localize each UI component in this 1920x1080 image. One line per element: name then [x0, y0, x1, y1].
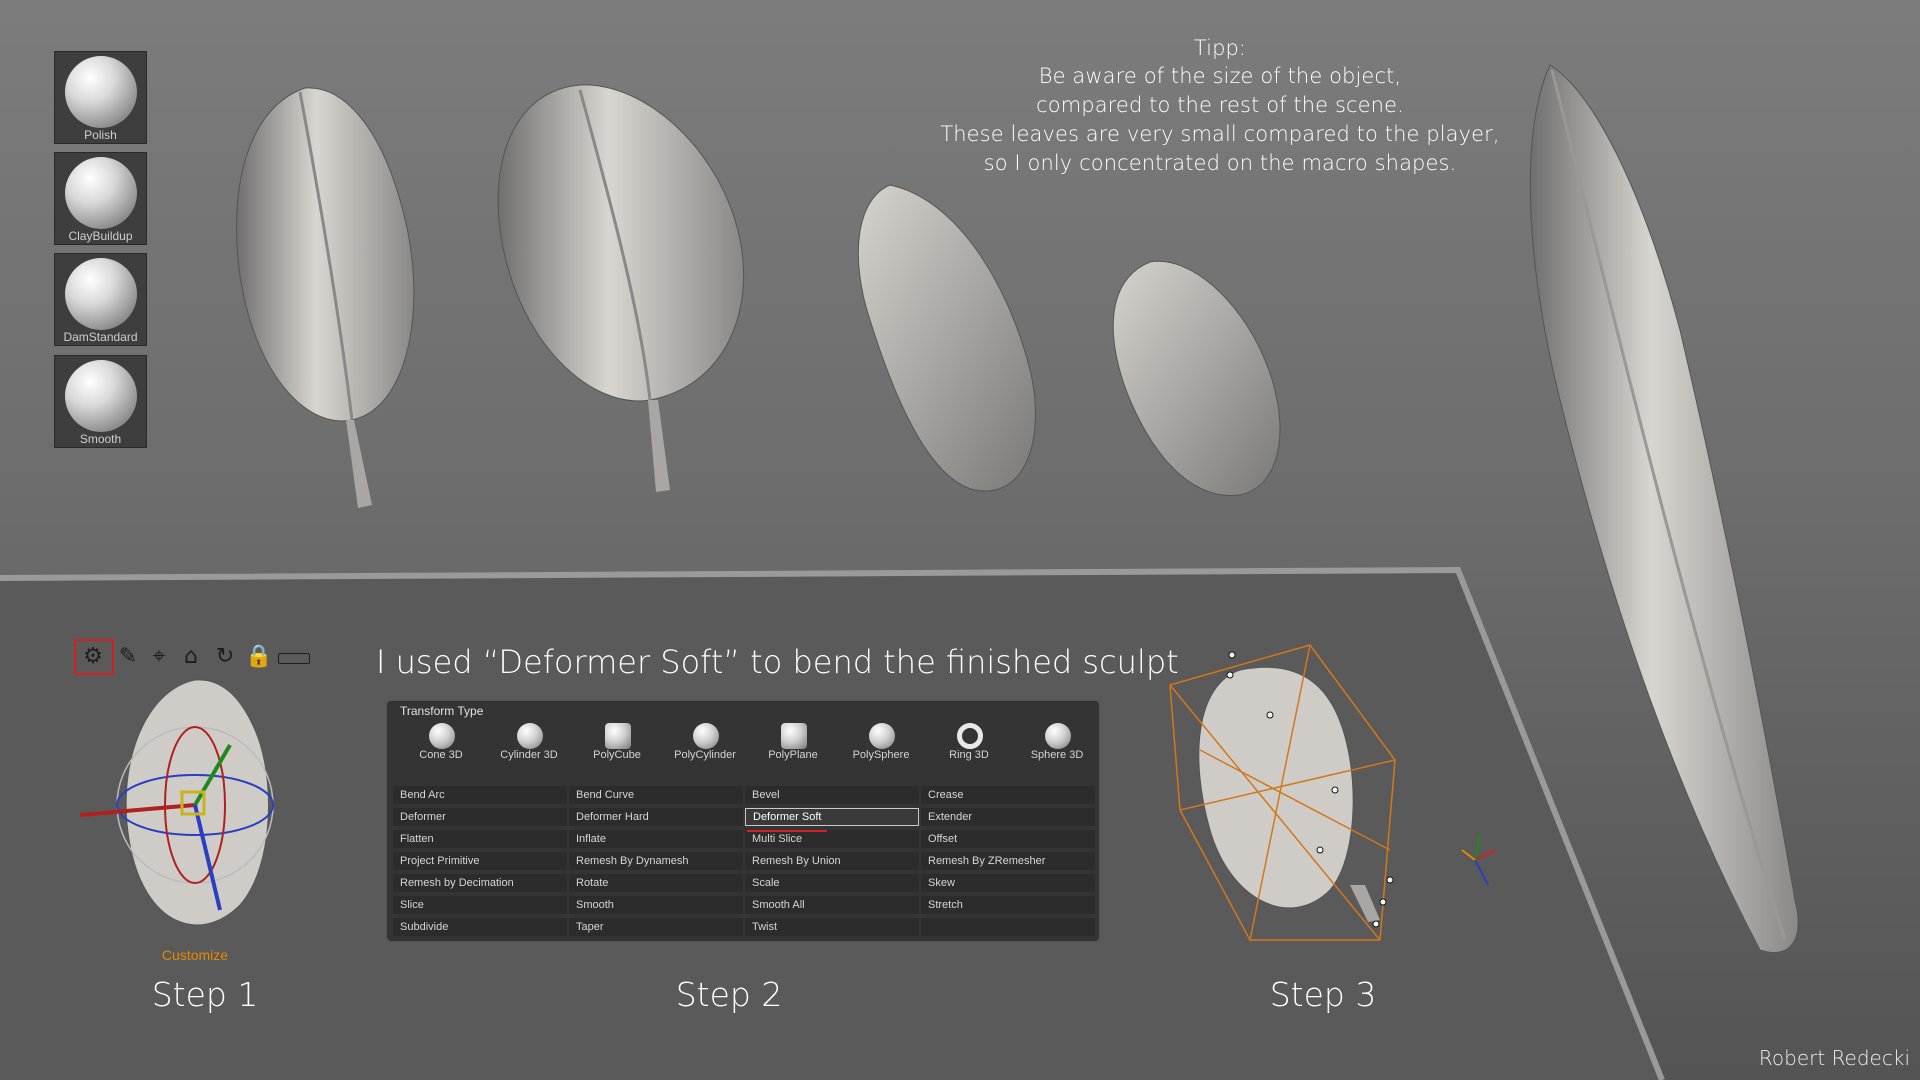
customize-label[interactable]: Customize: [150, 947, 240, 963]
primitive-label: PolyCube: [593, 749, 641, 761]
step3-deformer-cage: [1169, 644, 1496, 941]
leaf-5: [1529, 64, 1799, 953]
step-2-label: Step 2: [675, 975, 783, 1014]
transform-smooth[interactable]: Smooth: [569, 896, 743, 914]
primitive-label: Cylinder 3D: [500, 749, 558, 761]
leaf-1: [236, 87, 415, 508]
primitive-ring-3d[interactable]: Ring 3D: [927, 719, 1011, 767]
transform-inflate[interactable]: Inflate: [569, 830, 743, 848]
primitive-icon: [605, 723, 631, 749]
primitive-label: Sphere 3D: [1030, 749, 1084, 761]
deformer-heading: I used “Deformer Soft” to bend the finis…: [376, 643, 1179, 681]
location-icon[interactable]: ⌖: [146, 644, 172, 670]
transform-smooth-all[interactable]: Smooth All: [745, 896, 919, 914]
transform-stretch[interactable]: Stretch: [921, 896, 1095, 914]
transform-remesh-by-zremesher[interactable]: Remesh By ZRemesher: [921, 852, 1095, 870]
transform-scale[interactable]: Scale: [745, 874, 919, 892]
primitive-icon: [517, 723, 543, 749]
leaf-3: [857, 184, 1036, 492]
primitive-polycube[interactable]: PolyCube: [575, 719, 659, 767]
step1-gizmo-leaf: [79, 679, 274, 926]
transform-crease[interactable]: Crease: [921, 786, 1095, 804]
transform-slice[interactable]: Slice: [393, 896, 567, 914]
primitive-icon: [429, 723, 455, 749]
transform-flatten[interactable]: Flatten: [393, 830, 567, 848]
transform-twist[interactable]: Twist: [745, 918, 919, 936]
author-credit: Robert Redecki: [1758, 1046, 1910, 1070]
leaf-4: [1112, 260, 1281, 497]
primitive-label: PolyPlane: [768, 749, 818, 761]
primitive-icon: [781, 723, 807, 749]
page: Polish ClayBuildup DamStandard Smooth Ti…: [0, 0, 1920, 1080]
transform-remesh-by-union[interactable]: Remesh By Union: [745, 852, 919, 870]
primitive-label: Cone 3D: [419, 749, 463, 761]
primitive-icon: [693, 723, 719, 749]
primitive-cone-3d[interactable]: Cone 3D: [399, 719, 483, 767]
transform-taper[interactable]: Taper: [569, 918, 743, 936]
rotate-icon[interactable]: ↻: [212, 644, 238, 670]
transform-remesh-by-dynamesh[interactable]: Remesh By Dynamesh: [569, 852, 743, 870]
tip-line-4: so I only concentrated on the macro shap…: [983, 151, 1457, 175]
step-1-label: Step 1: [151, 975, 259, 1014]
primitive-icon: [1045, 723, 1071, 749]
transform-offset[interactable]: Offset: [921, 830, 1095, 848]
primitive-icon: [869, 723, 895, 749]
pin-icon[interactable]: ✎: [115, 644, 141, 670]
gear-icon[interactable]: ⚙: [80, 644, 106, 670]
transform-type-panel: Transform Type Cone 3D Cylinder 3D PolyCub…: [386, 700, 1100, 942]
transform-skew[interactable]: Skew: [921, 874, 1095, 892]
transform-bend-arc[interactable]: Bend Arc: [393, 786, 567, 804]
home-icon[interactable]: ⌂: [178, 644, 204, 670]
primitive-label: PolyCylinder: [674, 749, 736, 761]
selected-underline: [747, 830, 827, 832]
transform-deformer-soft[interactable]: Deformer Soft: [745, 808, 919, 826]
transform-multi-slice[interactable]: Multi Slice: [745, 830, 919, 848]
primitive-sphere-3d[interactable]: Sphere 3D: [1015, 719, 1099, 767]
leaf-2: [497, 84, 745, 492]
primitive-polycylinder[interactable]: PolyCylinder: [663, 719, 747, 767]
primitive-polysphere[interactable]: PolySphere: [839, 719, 923, 767]
primitive-polyplane[interactable]: PolyPlane: [751, 719, 835, 767]
panel-title: Transform Type: [400, 704, 484, 718]
primitive-icon: [957, 723, 983, 749]
tip-line-2: compared to the rest of the scene.: [1036, 93, 1404, 117]
transform-deformer-hard[interactable]: Deformer Hard: [569, 808, 743, 826]
transform-project-primitive[interactable]: Project Primitive: [393, 852, 567, 870]
transform-deformer[interactable]: Deformer: [393, 808, 567, 826]
primitive-cylinder-3d[interactable]: Cylinder 3D: [487, 719, 571, 767]
step-3-label: Step 3: [1269, 975, 1377, 1014]
primitive-label: Ring 3D: [949, 749, 989, 761]
primitive-label: PolySphere: [852, 749, 910, 761]
tip-line-3: These leaves are very small compared to …: [940, 122, 1500, 146]
toggle-icon[interactable]: [278, 653, 310, 664]
transform-bevel[interactable]: Bevel: [745, 786, 919, 804]
lock-icon[interactable]: 🔒: [245, 644, 272, 670]
tip-title: Tipp:: [1193, 36, 1247, 60]
transform-remesh-by-decimation[interactable]: Remesh by Decimation: [393, 874, 567, 892]
tip-line-1: Be aware of the size of the object,: [1038, 64, 1402, 88]
transform-bend-curve[interactable]: Bend Curve: [569, 786, 743, 804]
transform-empty-cell: [921, 918, 1095, 936]
transform-subdivide[interactable]: Subdivide: [393, 918, 567, 936]
transform-rotate[interactable]: Rotate: [569, 874, 743, 892]
transform-extender[interactable]: Extender: [921, 808, 1095, 826]
